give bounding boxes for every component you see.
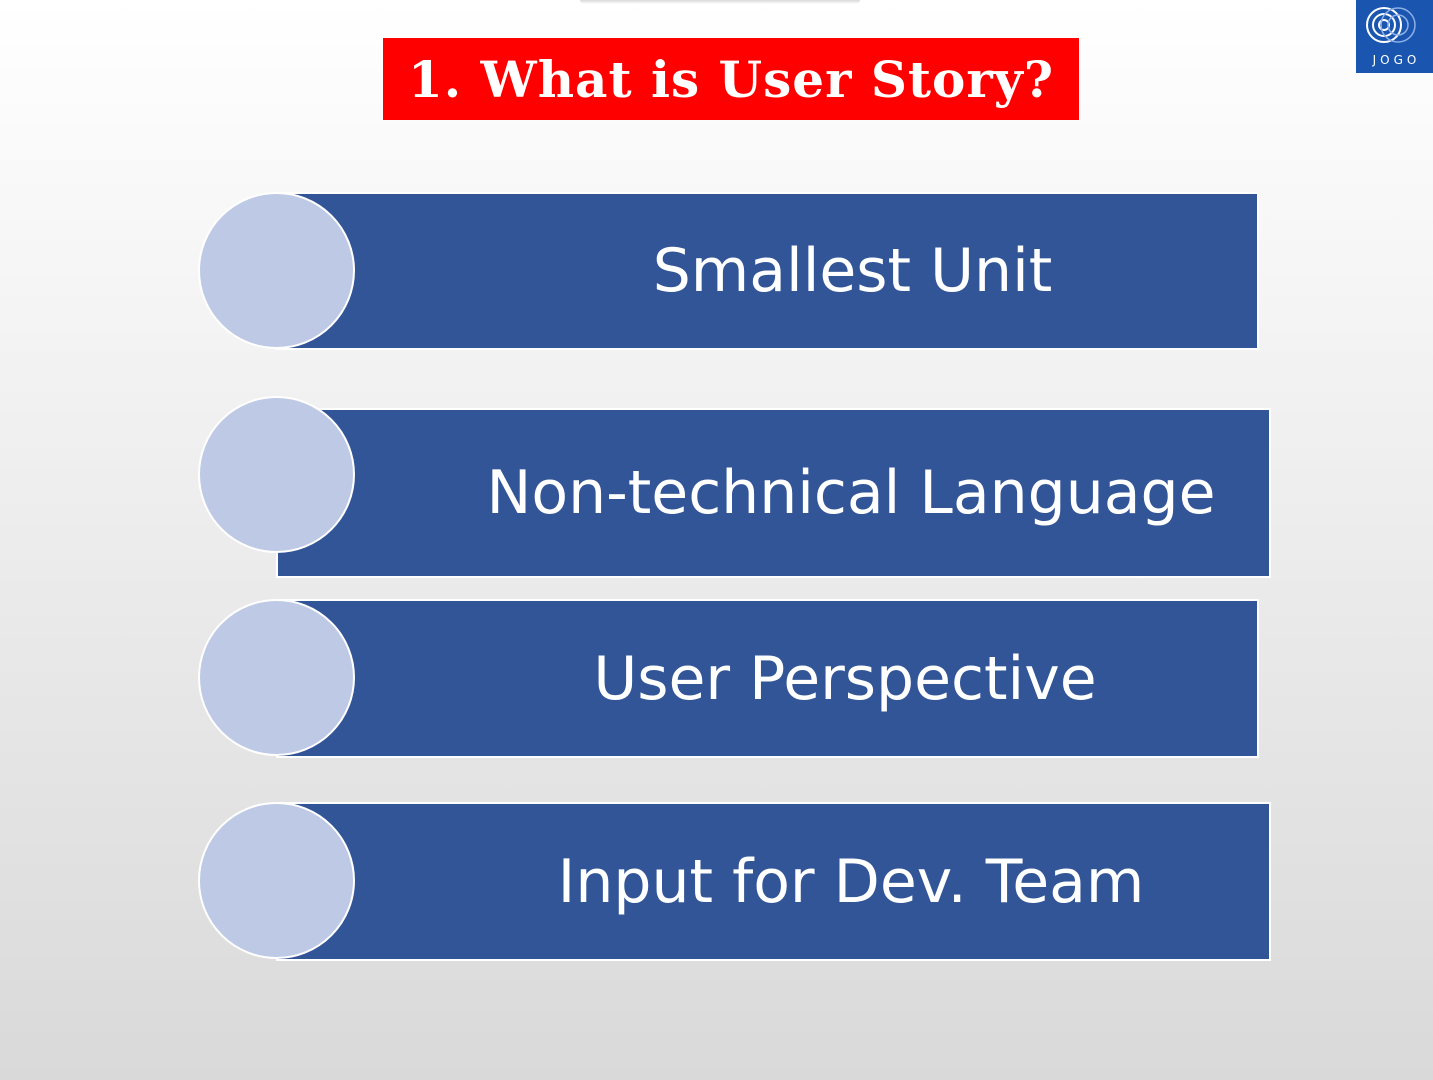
item-bar: Smallest Unit bbox=[276, 192, 1259, 350]
item-bar: Non-technical Language bbox=[276, 408, 1271, 578]
top-edge-shadow bbox=[580, 0, 860, 4]
item-bar: User Perspective bbox=[276, 599, 1259, 758]
jogo-logo: JOGO bbox=[1356, 0, 1433, 73]
item-bullet-circle bbox=[198, 396, 355, 553]
item-label: Input for Dev. Team bbox=[557, 846, 1145, 917]
item-bullet-circle bbox=[198, 802, 355, 959]
logo-text: JOGO bbox=[1372, 53, 1421, 67]
item-label: Non-technical Language bbox=[486, 458, 1216, 528]
item-bullet-circle bbox=[198, 192, 355, 349]
slide-title: 1. What is User Story? bbox=[407, 49, 1055, 109]
item-bullet-circle bbox=[198, 599, 355, 756]
target-rings-icon bbox=[1366, 7, 1416, 43]
item-label: Smallest Unit bbox=[652, 236, 1053, 306]
item-label: User Perspective bbox=[593, 643, 1097, 714]
title-banner: 1. What is User Story? bbox=[383, 38, 1079, 120]
item-bar: Input for Dev. Team bbox=[276, 802, 1271, 961]
